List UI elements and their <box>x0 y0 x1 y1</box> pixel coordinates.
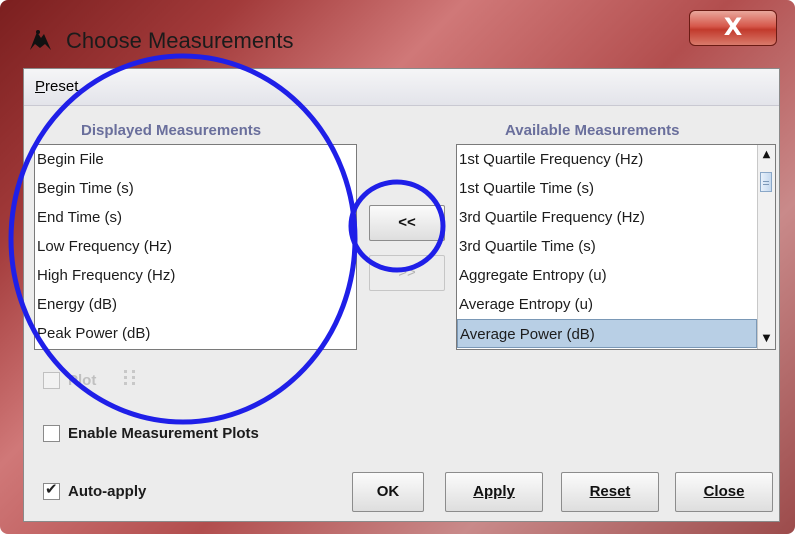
displayed-measurements-title: Displayed Measurements <box>81 122 262 139</box>
title-bar[interactable]: Choose Measurements X <box>0 0 795 70</box>
list-item[interactable]: High Frequency (Hz) <box>35 261 356 290</box>
preset-mnemonic: P <box>35 78 46 95</box>
list-item[interactable]: End Time (s) <box>35 203 356 232</box>
preset-label: reset <box>45 78 79 95</box>
list-item[interactable]: Begin File <box>35 145 356 174</box>
menu-bar: Preset <box>24 69 779 106</box>
available-measurements-title: Available Measurements <box>505 122 680 139</box>
list-item[interactable]: 1st Quartile Time (s) <box>457 174 775 203</box>
list-item[interactable]: Begin Time (s) <box>35 174 356 203</box>
plot-label: Plot <box>68 372 97 389</box>
bat-icon <box>30 30 51 50</box>
checkmark-icon: ✔ <box>45 480 58 498</box>
list-item[interactable]: Peak Power (dB) <box>35 319 356 348</box>
list-item[interactable]: Average Entropy (u) <box>457 290 775 319</box>
arrow-up-icon[interactable]: ▲ <box>758 147 775 163</box>
dialog-content: Preset Displayed Measurements Begin File… <box>23 68 780 522</box>
reset-button-label: Reset <box>589 483 631 500</box>
list-item[interactable]: Energy (dB) <box>35 290 356 319</box>
list-item[interactable]: Low Frequency (Hz) <box>35 232 356 261</box>
list-item[interactable]: 3rd Quartile Frequency (Hz) <box>457 203 775 232</box>
enable-measurement-plots-label: Enable Measurement Plots <box>68 425 259 442</box>
list-item-selected[interactable]: Average Power (dB) <box>457 319 757 348</box>
close-button-label: Close <box>703 483 745 500</box>
reset-button[interactable]: Reset <box>561 472 659 512</box>
available-measurements-list[interactable]: 1st Quartile Frequency (Hz) 1st Quartile… <box>456 144 776 350</box>
scrollbar-thumb[interactable] <box>760 172 772 192</box>
apply-button[interactable]: Apply <box>445 472 543 512</box>
enable-measurement-plots-option[interactable]: Enable Measurement Plots <box>43 425 259 442</box>
auto-apply-checkbox[interactable]: ✔ <box>43 480 60 500</box>
list-item[interactable]: 1st Quartile Frequency (Hz) <box>457 145 775 174</box>
remove-measurement-button[interactable]: >> <box>369 255 445 291</box>
drag-handle-icon <box>124 370 138 392</box>
enable-measurement-plots-checkbox[interactable] <box>43 425 60 442</box>
close-icon: X <box>723 13 743 41</box>
arrow-down-icon[interactable]: ▼ <box>758 331 775 347</box>
available-list-scrollbar[interactable]: ▲ ▼ <box>757 145 775 349</box>
menu-preset[interactable]: Preset <box>35 78 78 95</box>
window-title: Choose Measurements <box>66 28 294 53</box>
plot-checkbox[interactable] <box>43 372 60 389</box>
apply-button-label: Apply <box>473 483 515 500</box>
list-item[interactable]: 3rd Quartile Time (s) <box>457 232 775 261</box>
list-item[interactable]: Aggregate Entropy (u) <box>457 261 775 290</box>
auto-apply-option[interactable]: ✔ Auto-apply <box>43 480 147 500</box>
auto-apply-label: Auto-apply <box>68 483 147 500</box>
close-button[interactable]: Close <box>675 472 773 512</box>
plot-option[interactable]: Plot <box>43 372 96 389</box>
ok-button[interactable]: OK <box>352 472 424 512</box>
add-measurement-button[interactable]: << <box>369 205 445 241</box>
displayed-measurements-list[interactable]: Begin File Begin Time (s) End Time (s) L… <box>34 144 357 350</box>
window-close-button[interactable]: X <box>689 10 777 46</box>
choose-measurements-window: Choose Measurements X Preset Displayed M… <box>0 0 795 534</box>
